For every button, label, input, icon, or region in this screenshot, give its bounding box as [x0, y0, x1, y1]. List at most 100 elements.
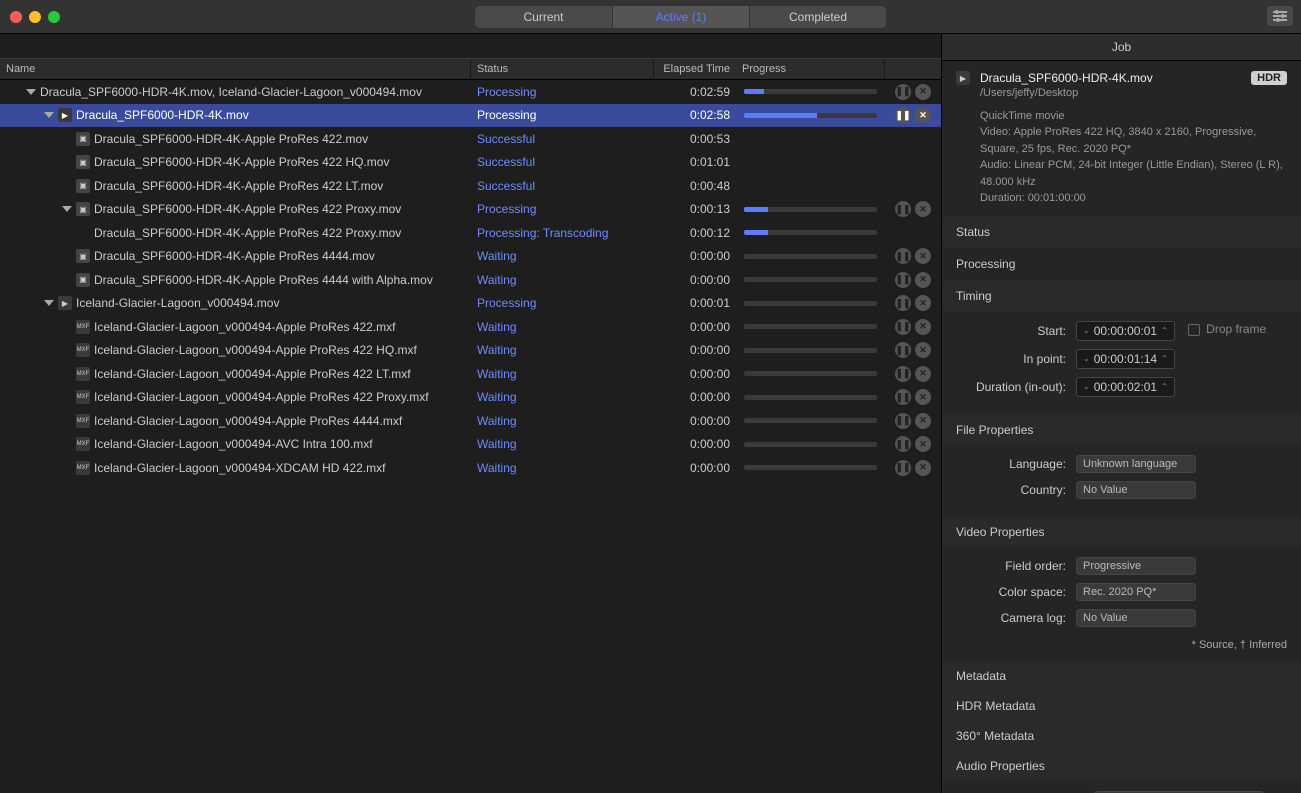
pause-button[interactable]: ❚❚ — [895, 342, 911, 358]
section-file-properties: File Properties — [942, 415, 1301, 445]
table-row[interactable]: MXFIceland-Glacier-Lagoon_v000494-Apple … — [0, 315, 941, 339]
tab-current[interactable]: Current — [475, 6, 612, 28]
hdr-badge: HDR — [1251, 71, 1287, 85]
pause-button[interactable]: ❚❚ — [895, 84, 911, 100]
table-row[interactable]: MXFIceland-Glacier-Lagoon_v000494-Apple … — [0, 386, 941, 410]
section-metadata[interactable]: Metadata — [942, 661, 1301, 691]
row-name: Dracula_SPF6000-HDR-4K-Apple ProRes 422 … — [94, 202, 401, 216]
table-row[interactable]: ▣Dracula_SPF6000-HDR-4K-Apple ProRes 444… — [0, 245, 941, 269]
progress-bar — [744, 207, 877, 212]
country-select[interactable]: No Value — [1076, 481, 1196, 499]
section-hdr-metadata[interactable]: HDR Metadata — [942, 691, 1301, 721]
colorspace-select[interactable]: Rec. 2020 PQ* — [1076, 583, 1196, 601]
column-header-status[interactable]: Status — [471, 59, 654, 79]
cameralog-select[interactable]: No Value — [1076, 609, 1196, 627]
row-status: Waiting — [471, 461, 654, 475]
table-row[interactable]: MXFIceland-Glacier-Lagoon_v000494-AVC In… — [0, 433, 941, 457]
section-status: Status — [942, 217, 1301, 247]
row-name: Dracula_SPF6000-HDR-4K-Apple ProRes 4444… — [94, 273, 433, 287]
table-row[interactable]: ▶Iceland-Glacier-Lagoon_v000494.movProce… — [0, 292, 941, 316]
row-name: Iceland-Glacier-Lagoon_v000494-Apple Pro… — [94, 343, 417, 357]
disclosure-triangle-icon[interactable] — [26, 89, 36, 95]
row-name: Iceland-Glacier-Lagoon_v000494-Apple Pro… — [94, 367, 411, 381]
row-name: Iceland-Glacier-Lagoon_v000494-Apple Pro… — [94, 390, 429, 404]
inpoint-timecode-input[interactable]: ⌄00:00:01:14⌃ — [1076, 349, 1175, 369]
progress-bar — [744, 418, 877, 423]
table-row[interactable]: ▣Dracula_SPF6000-HDR-4K-Apple ProRes 422… — [0, 198, 941, 222]
q-file-icon: ▣ — [76, 155, 90, 169]
pause-button[interactable]: ❚❚ — [895, 413, 911, 429]
table-row[interactable]: MXFIceland-Glacier-Lagoon_v000494-Apple … — [0, 339, 941, 363]
row-name: Dracula_SPF6000-HDR-4K-Apple ProRes 422 … — [94, 179, 383, 193]
pause-button[interactable]: ❚❚ — [895, 366, 911, 382]
disclosure-triangle-icon[interactable] — [62, 206, 72, 212]
table-row[interactable]: MXFIceland-Glacier-Lagoon_v000494-Apple … — [0, 409, 941, 433]
cancel-button[interactable]: ✕ — [915, 319, 931, 335]
pause-button[interactable]: ❚❚ — [895, 272, 911, 288]
pause-button[interactable]: ❚❚ — [895, 319, 911, 335]
cancel-button[interactable]: ✕ — [915, 436, 931, 452]
cancel-button[interactable]: ✕ — [915, 389, 931, 405]
table-row[interactable]: ▣Dracula_SPF6000-HDR-4K-Apple ProRes 422… — [0, 174, 941, 198]
tab-active-[interactable]: Active (1) — [612, 6, 749, 28]
column-header-name[interactable]: Name — [0, 59, 471, 79]
duration-timecode-input[interactable]: ⌄00:00:02:01⌃ — [1076, 377, 1175, 397]
table-row[interactable]: MXFIceland-Glacier-Lagoon_v000494-XDCAM … — [0, 456, 941, 480]
row-status: Successful — [471, 132, 654, 146]
pause-button[interactable]: ❚❚ — [895, 436, 911, 452]
column-header-progress[interactable]: Progress — [736, 59, 885, 79]
pause-button[interactable]: ❚❚ — [895, 201, 911, 217]
table-row[interactable]: ▣Dracula_SPF6000-HDR-4K-Apple ProRes 422… — [0, 151, 941, 175]
disclosure-triangle-icon[interactable] — [44, 300, 54, 306]
progress-bar — [744, 277, 877, 282]
cancel-button[interactable]: ✕ — [915, 342, 931, 358]
progress-bar — [744, 254, 877, 259]
cancel-button[interactable]: ✕ — [915, 248, 931, 264]
cancel-button[interactable]: ✕ — [915, 295, 931, 311]
pause-button[interactable]: ❚❚ — [895, 107, 911, 123]
mxf-file-icon: MXF — [76, 461, 90, 475]
table-row[interactable]: MXFIceland-Glacier-Lagoon_v000494-Apple … — [0, 362, 941, 386]
start-timecode-input[interactable]: ⌄00:00:00:01⌃ — [1076, 321, 1175, 341]
cancel-button[interactable]: ✕ — [915, 413, 931, 429]
inpoint-label: In point: — [956, 352, 1076, 366]
section-360-metadata[interactable]: 360° Metadata — [942, 721, 1301, 751]
pause-button[interactable]: ❚❚ — [895, 248, 911, 264]
section-timing: Timing — [942, 281, 1301, 311]
column-header-elapsed-time[interactable]: Elapsed Time — [654, 59, 736, 79]
table-row[interactable]: ▣Dracula_SPF6000-HDR-4K-Apple ProRes 422… — [0, 127, 941, 151]
pause-button[interactable]: ❚❚ — [895, 295, 911, 311]
cancel-button[interactable]: ✕ — [915, 366, 931, 382]
cancel-button[interactable]: ✕ — [915, 107, 931, 123]
fieldorder-label: Field order: — [956, 559, 1076, 573]
inspector-title: Job — [942, 34, 1301, 61]
drop-frame-checkbox[interactable] — [1188, 324, 1200, 336]
row-elapsed-time: 0:00:00 — [654, 414, 736, 428]
language-select[interactable]: Unknown language — [1076, 455, 1196, 473]
row-status: Successful — [471, 155, 654, 169]
progress-bar — [744, 230, 877, 235]
cancel-button[interactable]: ✕ — [915, 84, 931, 100]
table-row[interactable]: Dracula_SPF6000-HDR-4K.mov, Iceland-Glac… — [0, 80, 941, 104]
minimize-window-button[interactable] — [29, 11, 41, 23]
tab-completed[interactable]: Completed — [749, 6, 886, 28]
fieldorder-select[interactable]: Progressive — [1076, 557, 1196, 575]
table-row[interactable]: ▣Dracula_SPF6000-HDR-4K-Apple ProRes 444… — [0, 268, 941, 292]
cancel-button[interactable]: ✕ — [915, 201, 931, 217]
table-row[interactable]: Dracula_SPF6000-HDR-4K-Apple ProRes 422 … — [0, 221, 941, 245]
row-elapsed-time: 0:01:01 — [654, 155, 736, 169]
fullscreen-window-button[interactable] — [48, 11, 60, 23]
cancel-button[interactable]: ✕ — [915, 272, 931, 288]
drop-frame-label: Drop frame — [1206, 322, 1266, 336]
progress-bar — [744, 442, 877, 447]
close-window-button[interactable] — [10, 11, 22, 23]
mxf-file-icon: MXF — [76, 320, 90, 334]
disclosure-triangle-icon[interactable] — [44, 112, 54, 118]
inspector-toggle-button[interactable] — [1267, 6, 1293, 26]
country-label: Country: — [956, 483, 1076, 497]
table-row[interactable]: ▶Dracula_SPF6000-HDR-4K.movProcessing0:0… — [0, 104, 941, 128]
pause-button[interactable]: ❚❚ — [895, 389, 911, 405]
cancel-button[interactable]: ✕ — [915, 460, 931, 476]
pause-button[interactable]: ❚❚ — [895, 460, 911, 476]
cameralog-label: Camera log: — [956, 611, 1076, 625]
